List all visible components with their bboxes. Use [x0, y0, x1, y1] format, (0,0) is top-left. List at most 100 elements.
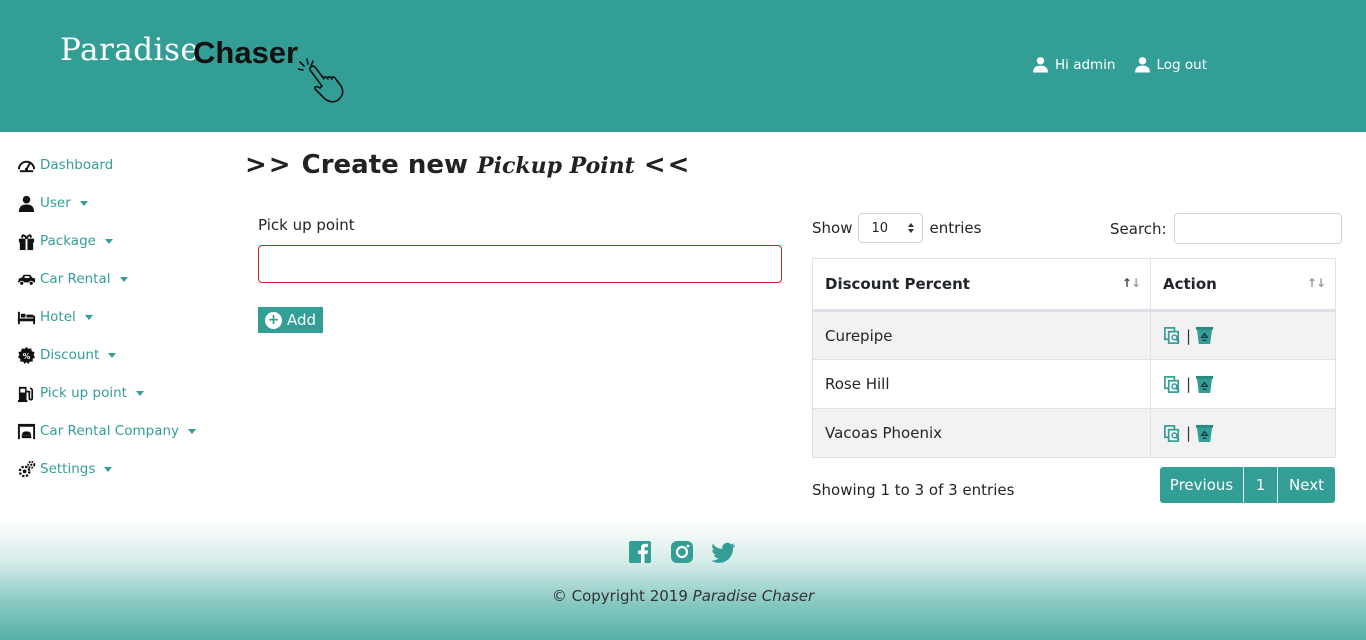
show-label: Show: [812, 219, 853, 237]
pickup-points-table: Discount Percent ↑↓ Action ↑↓ Curepipe |…: [812, 258, 1336, 458]
greeting-label: Hi admin: [1055, 56, 1116, 73]
copyright-name: Paradise Chaser: [692, 587, 815, 605]
twitter-icon[interactable]: [712, 540, 736, 564]
table-cell-name: Curepipe: [812, 310, 1151, 360]
sidebar-item-pick-up-point[interactable]: Pick up point: [16, 374, 216, 412]
table-cell-name: Rose Hill: [812, 359, 1151, 409]
logo-word-paradise: Paradise: [60, 32, 200, 68]
caret-down-icon: [188, 429, 197, 434]
plus-circle-icon: +: [264, 311, 282, 329]
caret-down-icon: [108, 353, 117, 358]
site-header: Paradise Chaser Hi admin Log out: [0, 0, 1366, 132]
edit-copy-icon[interactable]: [1163, 326, 1182, 345]
recycle-bin-icon[interactable]: [1195, 424, 1214, 443]
title-italic: Pickup Point: [477, 153, 635, 179]
sidebar-item-hotel[interactable]: Hotel: [16, 298, 216, 336]
brand-logo[interactable]: Paradise Chaser: [60, 30, 360, 105]
gas-station-icon: [17, 386, 33, 402]
sidebar-item-settings[interactable]: Settings: [16, 450, 216, 488]
page-1-button[interactable]: 1: [1244, 467, 1278, 503]
sidebar-item-car-rental-company[interactable]: Car Rental Company: [16, 412, 216, 450]
sidebar-item-label: User: [40, 195, 71, 211]
user-icon: [1033, 57, 1048, 73]
caret-down-icon: [135, 391, 144, 396]
table-search-input[interactable]: [1173, 213, 1342, 244]
next-page-button[interactable]: Next: [1278, 467, 1335, 503]
car-icon: [17, 274, 35, 286]
social-links: [628, 540, 736, 564]
garage-icon: [17, 423, 35, 439]
table-row: Curepipe |: [812, 310, 1336, 360]
bed-icon: [17, 311, 35, 324]
svg-text:%: %: [22, 351, 30, 360]
sidebar-item-discount[interactable]: % Discount: [16, 336, 216, 374]
logout-label: Log out: [1156, 56, 1208, 73]
instagram-icon[interactable]: [670, 540, 694, 564]
edit-copy-icon[interactable]: [1163, 375, 1182, 394]
select-arrows-icon: [908, 223, 915, 233]
user-links: Hi admin Log out: [1032, 56, 1207, 73]
sidebar-item-label: Car Rental: [40, 271, 111, 287]
title-bold: Create new: [301, 150, 468, 180]
sidebar-item-user[interactable]: User: [16, 184, 216, 222]
search-label: Search:: [1110, 219, 1167, 238]
table-cell-actions: |: [1150, 359, 1336, 409]
user-icon: [18, 195, 34, 212]
action-separator: |: [1186, 326, 1192, 345]
entries-length-control: Show 10 entries: [812, 213, 981, 243]
sidebar-item-car-rental[interactable]: Car Rental: [16, 260, 216, 298]
facebook-icon[interactable]: [628, 540, 652, 564]
edit-copy-icon[interactable]: [1163, 424, 1182, 443]
sidebar-nav: Dashboard User Package Car Rental Hotel …: [16, 146, 216, 488]
table-header-row: Discount Percent ↑↓ Action ↑↓: [812, 258, 1336, 312]
gift-icon: [18, 233, 34, 250]
site-footer: [0, 520, 1366, 640]
sidebar-item-dashboard[interactable]: Dashboard: [16, 146, 216, 184]
table-row: Vacoas Phoenix |: [812, 408, 1336, 458]
caret-down-icon: [79, 201, 88, 206]
add-button-label: Add: [286, 311, 317, 329]
table-cell-name: Vacoas Phoenix: [812, 408, 1151, 458]
table-info: Showing 1 to 3 of 3 entries: [812, 481, 1015, 499]
sidebar-item-package[interactable]: Package: [16, 222, 216, 260]
table-cell-actions: |: [1150, 408, 1336, 458]
caret-down-icon: [104, 239, 113, 244]
recycle-bin-icon[interactable]: [1195, 326, 1214, 345]
pickup-point-label: Pick up point: [258, 216, 355, 234]
sidebar-item-label: Settings: [40, 461, 96, 477]
entries-length-value: 10: [871, 220, 889, 236]
caret-down-icon: [119, 277, 128, 282]
table-row: Rose Hill |: [812, 359, 1336, 409]
caret-down-icon: [104, 467, 113, 472]
dashboard-icon: [17, 160, 35, 172]
pickup-point-input[interactable]: [258, 245, 782, 283]
pagination: Previous 1 Next: [1160, 467, 1335, 503]
column-header-discount-percent[interactable]: Discount Percent ↑↓: [812, 258, 1151, 312]
gears-icon: [18, 460, 35, 477]
caret-down-icon: [84, 315, 93, 320]
sidebar-item-label: Hotel: [40, 309, 76, 325]
entries-length-select[interactable]: 10: [858, 213, 924, 243]
action-separator: |: [1186, 424, 1192, 442]
sidebar-item-label: Pick up point: [40, 385, 127, 401]
sort-asc-icon: ↑↓: [1121, 276, 1141, 290]
sort-icon: ↑↓: [1306, 276, 1326, 290]
action-separator: |: [1186, 375, 1192, 393]
greeting-link[interactable]: Hi admin: [1032, 56, 1116, 73]
page-title: >> Create new Pickup Point <<: [245, 150, 691, 180]
copyright: © Copyright 2019 Paradise Chaser: [0, 587, 1366, 605]
column-header-action[interactable]: Action ↑↓: [1150, 258, 1336, 312]
title-suffix: <<: [643, 150, 692, 180]
table-cell-actions: |: [1150, 310, 1336, 360]
copyright-prefix: © Copyright 2019: [551, 587, 688, 605]
logout-link[interactable]: Log out: [1134, 56, 1208, 73]
add-button[interactable]: + Add: [258, 307, 323, 333]
entries-label: entries: [929, 219, 982, 237]
sidebar-item-label: Discount: [40, 347, 100, 363]
sidebar-item-label: Car Rental Company: [40, 423, 180, 439]
recycle-bin-icon[interactable]: [1195, 375, 1214, 394]
discount-badge-icon: %: [17, 346, 35, 364]
sidebar-item-label: Package: [40, 233, 96, 249]
previous-page-button[interactable]: Previous: [1160, 467, 1244, 503]
user-icon: [1134, 57, 1150, 73]
